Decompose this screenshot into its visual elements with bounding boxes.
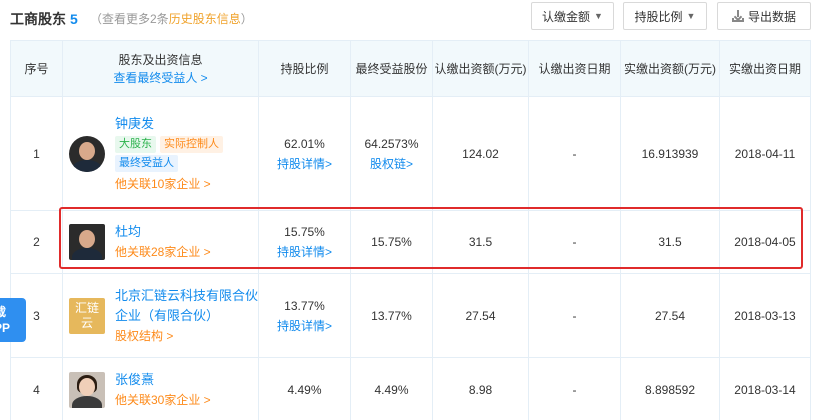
section-header: 工商股东 5 （查看更多2条历史股东信息） 认缴金额 ▼ 持股比例 ▼ 导出数据 (0, 0, 831, 36)
paid-amount-value: 16.913939 (620, 96, 720, 211)
col-holder-label: 股东及出资信息 (118, 52, 203, 67)
row-index: 1 (10, 96, 63, 211)
ratio-value: 13.77% (284, 298, 325, 313)
ratio-sort-button[interactable]: 持股比例 ▼ (623, 2, 707, 30)
row-index: 2 (10, 210, 63, 274)
section-title: 工商股东 5 (10, 9, 78, 29)
holder-cell: 张俊熹 他关联30家企业 > (62, 357, 259, 420)
final-ratio-value: 15.75% (350, 210, 433, 274)
ratio-sort-label: 持股比例 (634, 9, 683, 24)
holder-name-link[interactable]: 杜均 (115, 222, 211, 242)
paid-date-value: 2018-04-05 (719, 210, 811, 274)
col-ratio: 持股比例 (258, 40, 351, 97)
caret-down-icon: ▼ (686, 11, 696, 21)
sub-date-value: - (528, 96, 621, 211)
avatar[interactable] (69, 224, 105, 260)
holder-name-link[interactable]: 北京汇链云科技有限合伙 (115, 286, 258, 306)
section-title-text: 工商股东 (10, 11, 66, 27)
logo-text: 汇链 (74, 300, 99, 315)
sub-date-value: - (528, 357, 621, 420)
related-companies-link[interactable]: 他关联30家企业 > (115, 390, 211, 410)
col-paid-date: 实缴出资日期 (719, 40, 811, 97)
final-ratio-value: 13.77% (350, 273, 433, 358)
history-shareholders-link[interactable]: 历史股东信息 (169, 12, 241, 26)
col-holder: 股东及出资信息 查看最终受益人 > (62, 40, 259, 97)
ratio-value: 15.75% (284, 225, 325, 239)
final-ratio-value: 4.49% (350, 357, 433, 420)
final-ratio-value: 64.2573% (364, 136, 419, 151)
col-index: 序号 (10, 40, 63, 97)
major-shareholder-badge: 大股东 (115, 135, 156, 153)
ratio-cell: 15.75% 持股详情> (258, 210, 351, 274)
table-row: 1 钟庚发 大股东 实际控制人 最终受益人 他关联10家企业 > 62.01% … (10, 96, 811, 211)
paid-date-value: 2018-04-11 (719, 96, 811, 211)
paid-amount-value: 31.5 (620, 210, 720, 274)
table-row: 3 汇链 云 北京汇链云科技有限合伙 企业（有限合伙） 股权结构 > 13.77… (10, 273, 811, 358)
history-note: （查看更多2条历史股东信息） (90, 10, 253, 27)
final-beneficiary-badge: 最终受益人 (115, 154, 178, 172)
holder-name-link[interactable]: 钟庚发 (115, 114, 223, 134)
shareholder-count: 5 (70, 11, 78, 27)
sub-amount-value: 8.98 (432, 357, 529, 420)
sub-date-value: - (528, 273, 621, 358)
logo-text: 云 (80, 315, 93, 330)
holder-cell: 钟庚发 大股东 实际控制人 最终受益人 他关联10家企业 > (62, 96, 259, 211)
ratio-value: 62.01% (284, 136, 325, 151)
holder-cell: 杜均 他关联28家企业 > (62, 210, 259, 274)
side-tab-text: 载 (0, 305, 7, 319)
sub-date-value: - (528, 210, 621, 274)
download-app-side-tab[interactable]: 载 PP (0, 298, 26, 342)
sub-amount-value: 27.54 (432, 273, 529, 358)
download-icon (731, 10, 744, 22)
col-final-ratio: 最终受益股份 (350, 40, 433, 97)
sub-amount-value: 124.02 (432, 96, 529, 211)
caret-down-icon: ▼ (594, 11, 603, 21)
holder-name-link[interactable]: 张俊熹 (115, 370, 211, 390)
holding-detail-link[interactable]: 持股详情> (259, 242, 350, 262)
col-sub-date: 认缴出资日期 (528, 40, 621, 97)
col-paid-amount: 实缴出资额(万元) (620, 40, 720, 97)
history-note-suffix: ） (240, 12, 253, 26)
side-tab-text: PP (0, 321, 11, 335)
ratio-value: 4.49% (258, 357, 351, 420)
avatar[interactable] (69, 371, 105, 408)
export-label: 导出数据 (747, 9, 796, 24)
equity-structure-link[interactable]: 股权结构 > (115, 326, 258, 346)
holder-name-link-line2[interactable]: 企业（有限合伙） (115, 306, 258, 326)
view-final-beneficiary-link[interactable]: 查看最终受益人 > (63, 69, 258, 87)
equity-chain-link[interactable]: 股权链> (351, 154, 432, 174)
paid-date-value: 2018-03-13 (719, 273, 811, 358)
paid-date-value: 2018-03-14 (719, 357, 811, 420)
subscribed-amount-label: 认缴金额 (542, 9, 591, 24)
row-index: 4 (10, 357, 63, 420)
table-row: 2 杜均 他关联28家企业 > 15.75% 持股详情> 15.75% 31.5… (10, 210, 811, 274)
table-header-row: 序号 股东及出资信息 查看最终受益人 > 持股比例 最终受益股份 认缴出资额(万… (10, 40, 811, 97)
table-row: 4 张俊熹 他关联30家企业 > 4.49% 4.49% 8.98 - 8.89… (10, 357, 811, 420)
holding-detail-link[interactable]: 持股详情> (259, 154, 350, 174)
export-button[interactable]: 导出数据 (717, 2, 811, 30)
related-companies-link[interactable]: 他关联10家企业 > (115, 174, 223, 194)
subscribed-amount-sort-button[interactable]: 认缴金额 ▼ (531, 2, 614, 30)
holding-detail-link[interactable]: 持股详情> (259, 316, 350, 336)
avatar[interactable] (69, 135, 105, 172)
company-logo[interactable]: 汇链 云 (69, 297, 105, 334)
history-note-prefix: （查看更多2条 (90, 12, 169, 26)
ratio-cell: 13.77% 持股详情> (258, 273, 351, 358)
sub-amount-value: 31.5 (432, 210, 529, 274)
shareholders-table: 序号 股东及出资信息 查看最终受益人 > 持股比例 最终受益股份 认缴出资额(万… (10, 40, 811, 420)
related-companies-link[interactable]: 他关联28家企业 > (115, 242, 211, 262)
paid-amount-value: 8.898592 (620, 357, 720, 420)
paid-amount-value: 27.54 (620, 273, 720, 358)
ratio-cell: 62.01% 持股详情> (258, 96, 351, 211)
holder-cell: 汇链 云 北京汇链云科技有限合伙 企业（有限合伙） 股权结构 > (62, 273, 259, 358)
actual-controller-badge: 实际控制人 (160, 135, 223, 153)
col-sub-amount: 认缴出资额(万元) (432, 40, 529, 97)
final-ratio-cell: 64.2573% 股权链> (350, 96, 433, 211)
